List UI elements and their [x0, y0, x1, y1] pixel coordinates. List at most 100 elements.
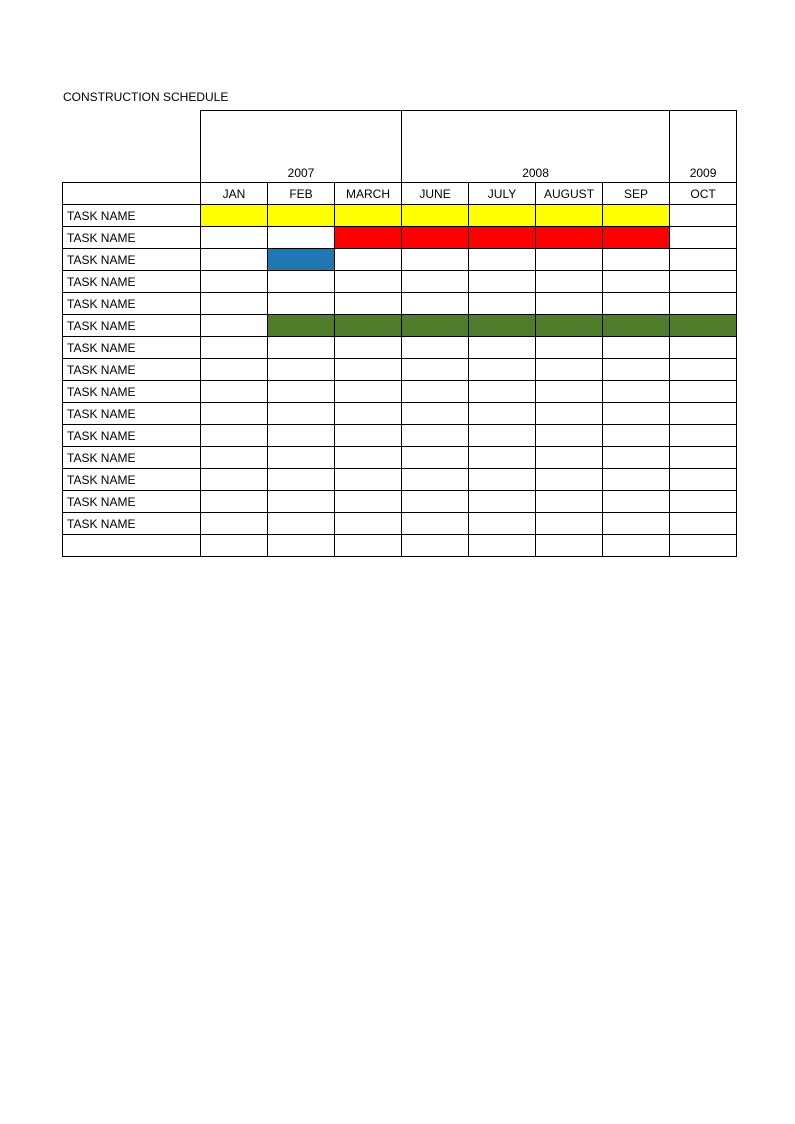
gantt-cell — [201, 513, 268, 535]
gantt-cell — [268, 381, 335, 403]
year-header-2009: 2009 — [670, 111, 737, 183]
table-row: TASK NAME — [63, 271, 737, 293]
gantt-cell — [536, 491, 603, 513]
gantt-cell — [335, 205, 402, 227]
gantt-cell — [536, 205, 603, 227]
month-header: SEP — [603, 183, 670, 205]
gantt-cell — [402, 205, 469, 227]
gantt-cell — [670, 469, 737, 491]
gantt-cell — [402, 447, 469, 469]
table-row: TASK NAME — [63, 425, 737, 447]
gantt-cell — [268, 205, 335, 227]
gantt-cell — [402, 425, 469, 447]
gantt-cell — [469, 447, 536, 469]
gantt-cell — [335, 425, 402, 447]
gantt-cell — [335, 447, 402, 469]
table-row: TASK NAME — [63, 469, 737, 491]
month-header: AUGUST — [536, 183, 603, 205]
month-header: MARCH — [335, 183, 402, 205]
gantt-cell — [201, 491, 268, 513]
gantt-cell — [670, 425, 737, 447]
table-row: TASK NAME — [63, 337, 737, 359]
gantt-cell — [402, 403, 469, 425]
gantt-cell — [469, 513, 536, 535]
year-header-2007: 2007 — [201, 111, 402, 183]
gantt-cell — [536, 469, 603, 491]
gantt-cell — [603, 513, 670, 535]
year-header-row: 2007 2008 2009 — [63, 111, 737, 183]
gantt-cell — [469, 315, 536, 337]
table-row: TASK NAME — [63, 381, 737, 403]
gantt-cell — [670, 359, 737, 381]
gantt-cell — [603, 447, 670, 469]
gantt-cell — [603, 425, 670, 447]
gantt-cell — [469, 337, 536, 359]
gantt-cell — [536, 227, 603, 249]
gantt-cell — [335, 337, 402, 359]
gantt-cell — [469, 381, 536, 403]
task-name-cell: TASK NAME — [63, 491, 201, 513]
gantt-cell — [402, 381, 469, 403]
gantt-cell — [670, 447, 737, 469]
gantt-cell — [201, 315, 268, 337]
month-header: JAN — [201, 183, 268, 205]
gantt-cell — [201, 381, 268, 403]
month-header: JULY — [469, 183, 536, 205]
table-row: TASK NAME — [63, 491, 737, 513]
gantt-cell — [201, 469, 268, 491]
gantt-cell — [335, 227, 402, 249]
gantt-cell — [536, 359, 603, 381]
gantt-cell — [402, 227, 469, 249]
gantt-cell — [536, 293, 603, 315]
gantt-cell — [603, 403, 670, 425]
gantt-cell — [335, 249, 402, 271]
gantt-cell — [335, 469, 402, 491]
month-header: OCT — [670, 183, 737, 205]
gantt-cell — [402, 293, 469, 315]
gantt-cell — [469, 403, 536, 425]
gantt-cell — [670, 337, 737, 359]
table-row-empty — [63, 535, 737, 557]
gantt-cell — [603, 381, 670, 403]
gantt-cell — [201, 227, 268, 249]
gantt-cell — [335, 403, 402, 425]
gantt-cell — [268, 425, 335, 447]
task-name-cell: TASK NAME — [63, 513, 201, 535]
task-name-cell: TASK NAME — [63, 249, 201, 271]
gantt-cell — [670, 315, 737, 337]
gantt-cell — [536, 271, 603, 293]
month-header: FEB — [268, 183, 335, 205]
gantt-cell — [402, 491, 469, 513]
gantt-cell — [469, 293, 536, 315]
task-name-cell: TASK NAME — [63, 271, 201, 293]
gantt-cell — [268, 337, 335, 359]
gantt-cell — [201, 337, 268, 359]
table-row: TASK NAME — [63, 403, 737, 425]
gantt-cell — [603, 227, 670, 249]
gantt-cell — [536, 447, 603, 469]
gantt-cell — [603, 271, 670, 293]
task-name-cell: TASK NAME — [63, 315, 201, 337]
gantt-cell — [469, 249, 536, 271]
gantt-cell — [402, 249, 469, 271]
gantt-cell — [536, 403, 603, 425]
gantt-cell — [670, 403, 737, 425]
gantt-cell — [268, 227, 335, 249]
gantt-cell — [268, 249, 335, 271]
gantt-cell — [603, 491, 670, 513]
gantt-cell — [335, 359, 402, 381]
gantt-cell — [201, 425, 268, 447]
task-name-cell: TASK NAME — [63, 293, 201, 315]
gantt-cell — [335, 293, 402, 315]
gantt-cell — [469, 227, 536, 249]
table-row: TASK NAME — [63, 447, 737, 469]
gantt-cell — [201, 447, 268, 469]
gantt-cell — [268, 469, 335, 491]
gantt-cell — [402, 469, 469, 491]
task-name-cell: TASK NAME — [63, 381, 201, 403]
task-name-cell: TASK NAME — [63, 447, 201, 469]
gantt-cell — [335, 491, 402, 513]
table-row: TASK NAME — [63, 315, 737, 337]
gantt-cell — [603, 293, 670, 315]
gantt-cell — [670, 491, 737, 513]
